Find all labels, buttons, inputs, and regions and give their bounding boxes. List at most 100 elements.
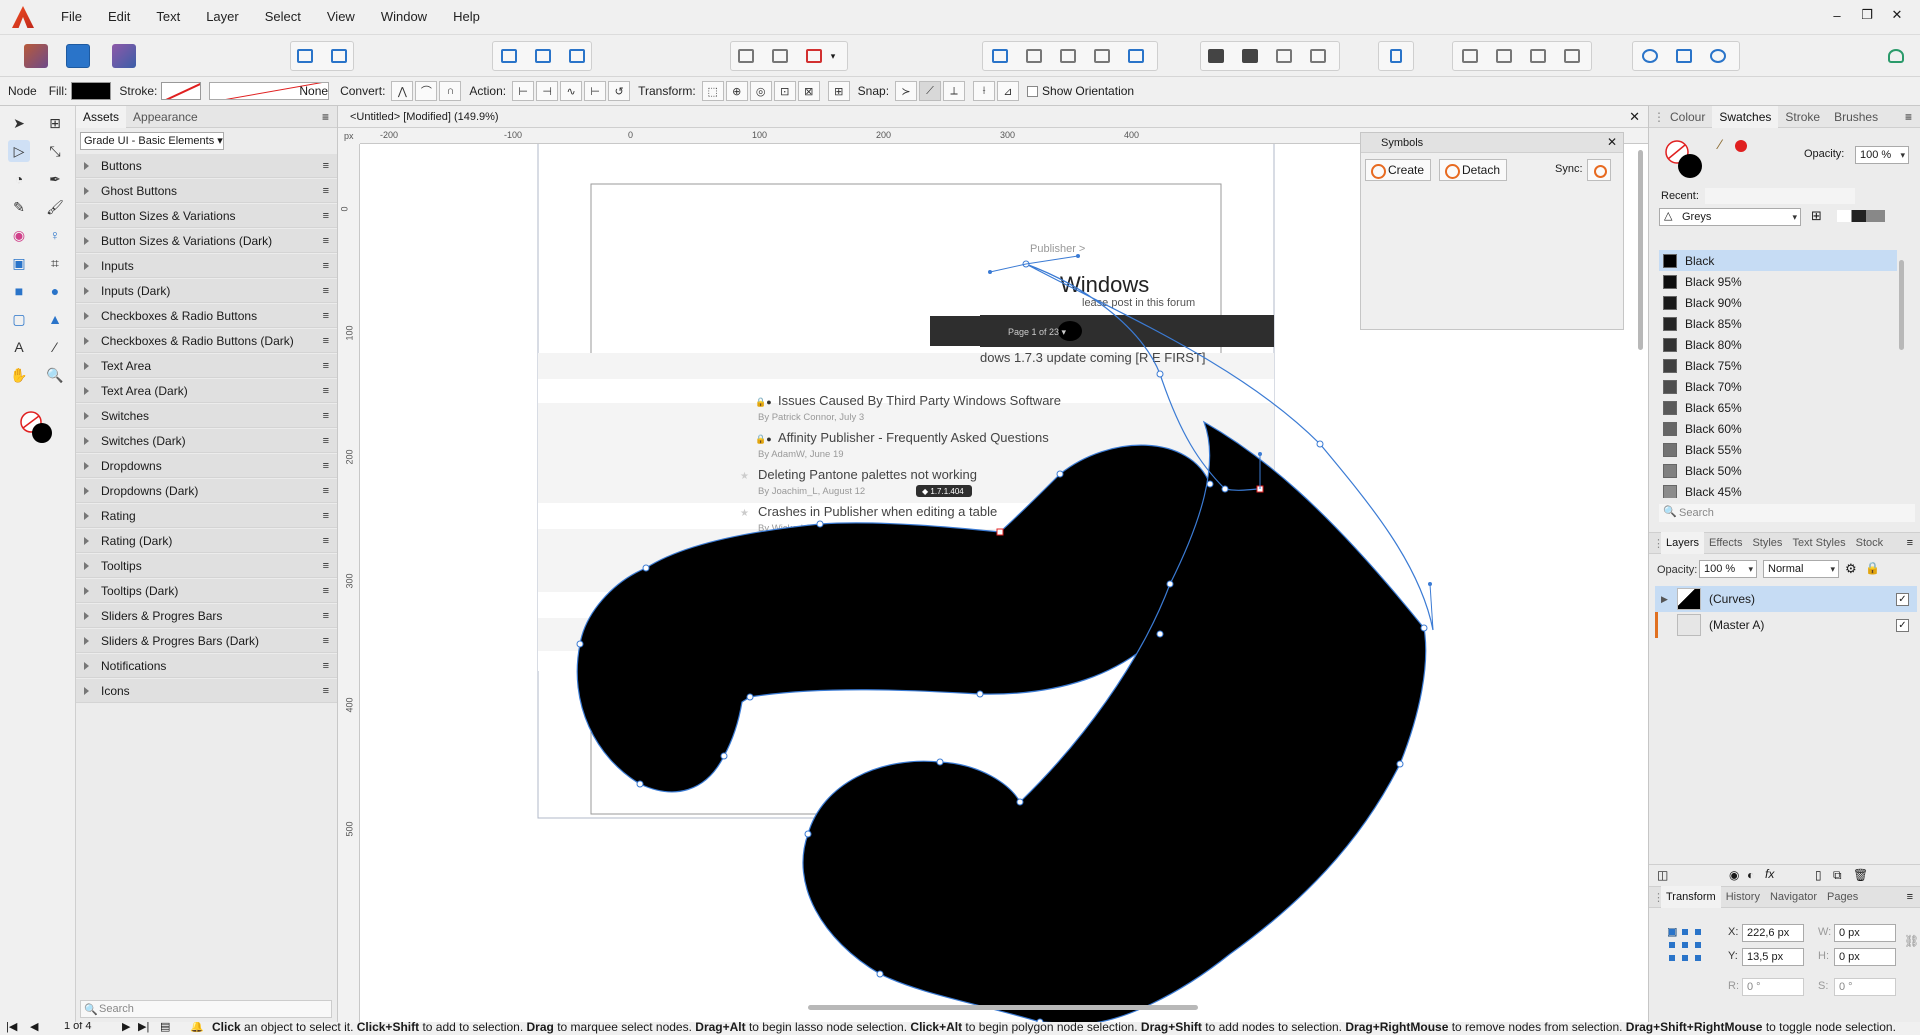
tab-text-styles[interactable]: Text Styles xyxy=(1787,532,1850,554)
asset-menu-icon[interactable]: ≡ xyxy=(323,660,329,672)
y-position-field[interactable]: 13,5 px xyxy=(1742,948,1804,966)
zoom-tool-icon[interactable]: 🔍 xyxy=(44,364,66,386)
break-curve-icon[interactable]: ⊢ xyxy=(512,81,535,101)
color-picker-tool-icon[interactable]: ⁄ xyxy=(44,336,66,358)
expand-icon[interactable] xyxy=(84,461,89,470)
ellipse-tool-icon[interactable]: ● xyxy=(44,280,66,302)
color-picker-icon[interactable]: ⁄ xyxy=(1719,136,1721,152)
tab-assets[interactable]: Assets xyxy=(76,105,127,128)
adjustment-icon[interactable]: ◐ xyxy=(1747,868,1754,882)
asset-category-row[interactable]: Dropdowns ≡ xyxy=(76,454,337,478)
tab-stroke[interactable]: Stroke xyxy=(1778,106,1827,128)
rotation-field[interactable]: 0 ° xyxy=(1742,978,1804,996)
link-proportions-icon[interactable]: ⛓ xyxy=(1904,934,1919,948)
expand-icon[interactable] xyxy=(84,311,89,320)
bring-to-front-icon[interactable] xyxy=(1204,44,1228,68)
layer-visibility-checkbox[interactable]: ✓ xyxy=(1896,592,1909,606)
symbols-panel-title[interactable]: Symbols xyxy=(1361,133,1623,153)
layer-row-curves[interactable]: ▶ (Curves) ✓ xyxy=(1655,586,1917,612)
send-backward-icon[interactable] xyxy=(1272,44,1296,68)
expand-icon[interactable] xyxy=(84,661,89,670)
publisher-persona-icon[interactable] xyxy=(66,44,90,68)
asset-menu-icon[interactable]: ≡ xyxy=(323,310,329,322)
designer-persona-icon[interactable] xyxy=(112,44,136,68)
panel-menu-icon[interactable]: ≡ xyxy=(1905,110,1912,124)
expand-icon[interactable] xyxy=(84,686,89,695)
fx-icon[interactable]: fx xyxy=(1765,867,1774,881)
minimize-button[interactable]: – xyxy=(1822,8,1852,23)
flip-horizontal-icon[interactable] xyxy=(1458,44,1482,68)
gear-icon[interactable]: ⚙ xyxy=(1845,561,1857,577)
layer-visibility-checkbox[interactable]: ✓ xyxy=(1896,618,1909,632)
page-icon[interactable]: ▤ xyxy=(160,1022,170,1033)
transform-scale-icon[interactable]: ⊡ xyxy=(773,81,796,101)
asset-category-row[interactable]: Tooltips (Dark) ≡ xyxy=(76,579,337,603)
rotate-left-icon[interactable] xyxy=(1526,44,1550,68)
palette-dropdown[interactable]: Greys xyxy=(1659,208,1801,226)
delete-layer-icon[interactable]: 🗑 xyxy=(1853,868,1868,882)
asset-menu-icon[interactable]: ≡ xyxy=(323,685,329,697)
photo-persona-icon[interactable] xyxy=(24,44,48,68)
notification-bell-icon[interactable]: 🔔 xyxy=(190,1022,204,1033)
asset-category-row[interactable]: Text Area ≡ xyxy=(76,354,337,378)
show-orientation-checkbox[interactable] xyxy=(1027,85,1039,97)
asset-menu-icon[interactable]: ≡ xyxy=(323,360,329,372)
fill-tool-icon[interactable]: ◉ xyxy=(8,224,30,246)
asset-menu-icon[interactable]: ≡ xyxy=(323,210,329,222)
asset-category-row[interactable]: Checkboxes & Radio Buttons ≡ xyxy=(76,304,337,328)
snap-node-icon[interactable]: ≻ xyxy=(895,81,918,101)
view-tool-icon[interactable]: ✋ xyxy=(8,364,30,386)
panel-menu-icon[interactable]: ≡ xyxy=(1907,537,1913,549)
prev-page-icon[interactable]: ◀ xyxy=(30,1022,38,1033)
snap-tangent-icon[interactable]: ⟂ xyxy=(943,81,966,101)
crop-tool-icon[interactable]: ⌗ xyxy=(44,252,66,274)
bring-forward-icon[interactable] xyxy=(1238,44,1262,68)
tab-brushes[interactable]: Brushes xyxy=(1827,106,1885,128)
width-field[interactable]: 0 px xyxy=(1834,924,1896,942)
boolean-xor-icon[interactable] xyxy=(1090,44,1114,68)
first-page-icon[interactable]: |◀ xyxy=(6,1022,17,1033)
asset-menu-icon[interactable]: ≡ xyxy=(323,585,329,597)
assets-search-input[interactable]: Search xyxy=(80,1000,332,1018)
view-mode-normal-icon[interactable] xyxy=(497,44,521,68)
expand-icon[interactable] xyxy=(84,411,89,420)
height-field[interactable]: 0 px xyxy=(1834,948,1896,966)
sync-toggle-button[interactable] xyxy=(1587,159,1611,181)
tab-pages[interactable]: Pages xyxy=(1822,886,1863,908)
asset-category-row[interactable]: Checkboxes & Radio Buttons (Dark) ≡ xyxy=(76,329,337,353)
duplicate-layer-icon[interactable]: ⧉ xyxy=(1833,868,1842,883)
asset-menu-icon[interactable]: ≡ xyxy=(323,510,329,522)
add-layer-icon[interactable]: ▯ xyxy=(1815,868,1822,882)
fill-swatch[interactable] xyxy=(71,82,112,100)
expand-icon[interactable] xyxy=(84,161,89,170)
expand-icon[interactable] xyxy=(84,611,89,620)
picture-frame-tool-icon[interactable]: ▣ xyxy=(8,252,30,274)
pencil-tool-icon[interactable]: ✎ xyxy=(8,196,30,218)
expand-icon[interactable] xyxy=(84,261,89,270)
layer-row-master-a[interactable]: (Master A) ✓ xyxy=(1655,612,1917,638)
asset-menu-icon[interactable]: ≡ xyxy=(323,410,329,422)
convert-smooth-icon[interactable]: ⌒ xyxy=(415,81,438,101)
menu-item-help[interactable]: Help xyxy=(440,0,493,34)
swatch-row[interactable]: Black 95% xyxy=(1659,271,1897,292)
asset-category-row[interactable]: Notifications ≡ xyxy=(76,654,337,678)
current-color-dot[interactable] xyxy=(1735,140,1747,152)
swatch-row[interactable]: Black 80% xyxy=(1659,334,1897,355)
anchor-point-selector[interactable] xyxy=(1668,928,1702,962)
transform-mode-icon[interactable]: ⬚ xyxy=(701,81,724,101)
tab-stock[interactable]: Stock xyxy=(1851,532,1889,554)
node-tool-icon[interactable]: ▷ xyxy=(8,140,30,162)
boolean-intersect-icon[interactable] xyxy=(1056,44,1080,68)
asset-category-row[interactable]: Dropdowns (Dark) ≡ xyxy=(76,479,337,503)
asset-menu-icon[interactable]: ≡ xyxy=(323,460,329,472)
expand-icon[interactable] xyxy=(84,436,89,445)
snap-handle-icon[interactable]: ⟊ xyxy=(973,81,996,101)
asset-category-row[interactable]: Sliders & Progres Bars ≡ xyxy=(76,604,337,628)
swatch-row[interactable]: Black 90% xyxy=(1659,292,1897,313)
insert-top-icon[interactable] xyxy=(1706,44,1730,68)
rounded-rectangle-tool-icon[interactable]: ▢ xyxy=(8,308,30,330)
text-flow-icon[interactable] xyxy=(802,44,826,68)
asset-category-row[interactable]: Switches (Dark) ≡ xyxy=(76,429,337,453)
asset-category-row[interactable]: Inputs (Dark) ≡ xyxy=(76,279,337,303)
asset-category-row[interactable]: Tooltips ≡ xyxy=(76,554,337,578)
